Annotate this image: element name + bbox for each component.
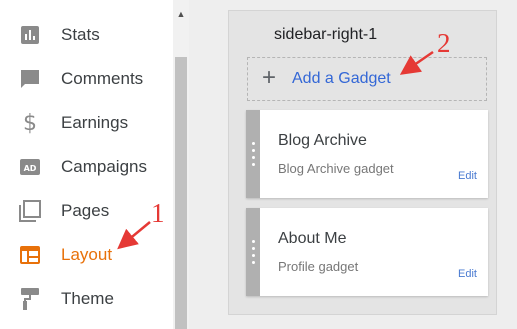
left-sidebar: Stats Comments $ Earnings AD Campaigns P… (0, 0, 173, 329)
sidebar-item-earnings[interactable]: $ Earnings (0, 101, 173, 145)
drag-handle[interactable] (246, 208, 260, 296)
pages-icon (19, 200, 41, 222)
scroll-up-arrow-icon[interactable]: ▲ (173, 0, 189, 28)
sidebar-item-label: Campaigns (61, 157, 147, 176)
gadget-edit-link[interactable]: Edit (458, 268, 477, 280)
sidebar-item-label: Earnings (61, 113, 129, 132)
gadget-title: About Me (278, 230, 347, 247)
add-gadget-button[interactable]: + Add a Gadget (247, 57, 487, 101)
annotation-marker-1: 1 (151, 198, 165, 228)
svg-text:AD: AD (24, 164, 37, 173)
sidebar-item-pages[interactable]: Pages (0, 189, 173, 233)
scrollbar-thumb[interactable] (175, 57, 187, 329)
layout-icon (19, 244, 41, 266)
add-gadget-label: Add a Gadget (292, 70, 391, 87)
sidebar-item-label: Stats (61, 25, 100, 44)
drag-dots-icon (251, 142, 255, 166)
sidebar-scrollbar[interactable]: ▲ (173, 0, 189, 329)
gadget-card-about-me[interactable]: About Me Profile gadget Edit (246, 208, 488, 296)
sidebar-item-label: Layout (61, 245, 113, 264)
sidebar-item-label: Comments (61, 69, 144, 88)
sidebar-item-stats[interactable]: Stats (0, 13, 173, 57)
sidebar-item-layout[interactable]: Layout (0, 233, 173, 277)
sidebar-item-theme[interactable]: Theme (0, 277, 173, 321)
sidebar-item-label: Theme (61, 289, 114, 308)
sidebar-item-campaigns[interactable]: AD Campaigns (0, 145, 173, 189)
gadget-card-blog-archive[interactable]: Blog Archive Blog Archive gadget Edit (246, 110, 488, 198)
gadget-edit-link[interactable]: Edit (458, 170, 477, 182)
stats-icon (19, 24, 41, 46)
annotation-marker-2: 2 (437, 28, 451, 58)
sidebar-right-section: sidebar-right-1 + Add a Gadget Blog Arch… (228, 10, 497, 315)
drag-handle[interactable] (246, 110, 260, 198)
gadget-title: Blog Archive (278, 132, 367, 149)
plus-icon: + (262, 64, 277, 91)
comment-icon (19, 68, 41, 90)
sidebar-item-label: Pages (61, 201, 110, 220)
dollar-icon: $ (23, 110, 37, 136)
layout-canvas: sidebar-right-1 + Add a Gadget Blog Arch… (189, 0, 517, 329)
gadget-subtitle: Blog Archive gadget (278, 161, 394, 176)
sidebar-item-comments[interactable]: Comments (0, 57, 173, 101)
drag-dots-icon (251, 240, 255, 264)
gadget-subtitle: Profile gadget (278, 259, 359, 274)
ad-icon: AD (19, 156, 41, 178)
section-title: sidebar-right-1 (274, 26, 378, 43)
paint-roller-icon (19, 288, 41, 310)
